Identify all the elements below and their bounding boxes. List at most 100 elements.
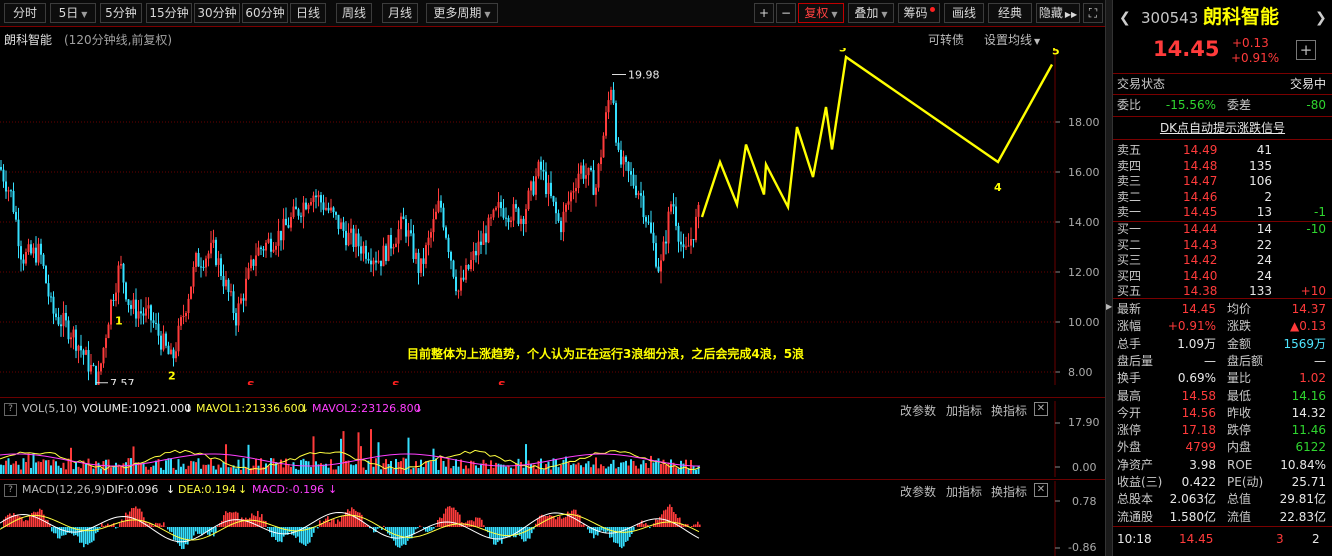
volume-bar <box>605 468 607 474</box>
volume-bar <box>310 467 312 474</box>
zoom-out-button[interactable]: − <box>776 3 796 23</box>
candle-body <box>562 211 565 233</box>
volume-bar <box>152 465 155 474</box>
stat-row: 涨幅 +0.91% 涨跌 ▲0.13 <box>1113 318 1332 334</box>
ask-row[interactable]: 卖三 14.47 106 <box>1113 173 1332 189</box>
fuquan-dropdown[interactable]: 复权 ▼ <box>798 3 844 23</box>
tab-15-min[interactable]: 15分钟 <box>146 3 192 23</box>
set-ma-button[interactable]: 设置均线 ▼ <box>984 31 1040 48</box>
prev-stock-icon[interactable]: ❮ <box>1119 6 1131 30</box>
ask-row[interactable]: 卖四 14.48 135 <box>1113 158 1332 174</box>
volume-bar <box>12 463 15 474</box>
candle-body <box>340 222 342 229</box>
tab-monthly[interactable]: 月线 <box>382 3 418 23</box>
bid-row[interactable]: 买四 14.40 24 <box>1113 268 1332 284</box>
volume-chart <box>0 401 1060 477</box>
macd-histogram-bar <box>631 527 633 534</box>
candle-body <box>405 219 407 237</box>
tab-weekly[interactable]: 周线 <box>336 3 372 23</box>
ask-row[interactable]: 卖五 14.49 41 <box>1113 142 1332 158</box>
collapse-arrow-icon[interactable]: ▶ <box>1106 300 1112 314</box>
tab-5-min[interactable]: 5分钟 <box>100 3 142 23</box>
volume-bar <box>197 458 200 474</box>
macd-histogram-bar <box>245 517 247 527</box>
volume-bar <box>645 463 647 474</box>
macd-histogram-bar <box>411 527 413 539</box>
tab-30-min[interactable]: 30分钟 <box>194 3 240 23</box>
candle-body <box>122 263 125 283</box>
stat-label: PE(动) <box>1227 475 1264 489</box>
more-periods-dropdown[interactable]: 更多周期 ▼ <box>426 3 498 23</box>
macd-histogram-bar <box>429 527 431 532</box>
kline-chart[interactable]: 18.00 16.00 14.00 12.00 10.00 8.00 1 2 3 4 5 19.9… <box>0 48 1105 385</box>
ask-row[interactable]: 卖二 14.46 2 <box>1113 189 1332 205</box>
classic-button[interactable]: 经典 <box>988 3 1032 23</box>
candle-body <box>290 217 292 228</box>
signal-link[interactable]: DK点自动提示涨跌信号 <box>1160 121 1285 135</box>
candle-body <box>205 258 207 268</box>
macd-histogram-bar <box>125 512 127 527</box>
candle-body <box>357 233 360 247</box>
bid-row[interactable]: 买五 14.38 133 +10 <box>1113 283 1332 299</box>
chevron-down-icon: ▼ <box>881 10 888 19</box>
macd-histogram-bar <box>561 518 563 527</box>
bid-row[interactable]: 买二 14.43 22 <box>1113 237 1332 253</box>
chart-area[interactable]: 分时 5日 ▼ 5分钟 15分钟 30分钟 60分钟 日线 周线 月线 更多周期 ▼… <box>0 0 1105 556</box>
stat-label: 总值 <box>1227 492 1252 507</box>
ask-row[interactable]: 卖一 14.45 13 -1 <box>1113 204 1332 220</box>
chouma-button[interactable]: 筹码 <box>898 3 940 23</box>
candle-body <box>362 245 365 254</box>
candle-body <box>297 209 300 216</box>
macd-histogram-bar <box>325 518 327 527</box>
hide-button[interactable]: 隐藏 ▶▶ <box>1036 3 1080 23</box>
fullscreen-icon[interactable]: ⛶ <box>1083 3 1103 23</box>
stock-code: 300543 <box>1141 9 1199 27</box>
convertible-button[interactable]: 可转债 <box>928 31 964 48</box>
volume-bar <box>415 461 417 474</box>
volume-bar <box>465 465 467 474</box>
candle-body <box>352 228 355 247</box>
volume-bar <box>582 467 585 474</box>
divider <box>1113 94 1332 95</box>
stat-label: 最低 <box>1227 388 1252 403</box>
macd-histogram-bar <box>383 525 385 527</box>
chevron-down-icon: ▼ <box>81 10 88 19</box>
volume-bar <box>55 461 57 474</box>
bid-row[interactable]: 买三 14.42 24 <box>1113 252 1332 268</box>
candle-body <box>140 311 142 314</box>
macd-histogram-bar <box>205 527 207 533</box>
candle-body <box>310 202 312 205</box>
tab-minute-line[interactable]: 分时 <box>4 3 46 23</box>
tab-60-min[interactable]: 60分钟 <box>242 3 288 23</box>
candle-body <box>165 333 167 346</box>
overlay-dropdown[interactable]: 叠加 ▼ <box>848 3 894 23</box>
add-watchlist-icon[interactable]: + <box>1296 40 1316 60</box>
candle-body <box>42 254 45 267</box>
next-stock-icon[interactable]: ❯ <box>1315 6 1327 30</box>
candle-body <box>35 247 37 263</box>
macd-histogram-bar <box>53 527 55 534</box>
candlesticks <box>0 82 700 385</box>
candle-body <box>647 221 650 223</box>
draw-line-button[interactable]: 画线 <box>944 3 984 23</box>
candle-body <box>190 286 192 299</box>
volume-bar <box>165 460 167 474</box>
tab-daily[interactable]: 日线 <box>290 3 326 23</box>
tab-5-day[interactable]: 5日 ▼ <box>50 3 96 23</box>
panel-splitter[interactable]: ▶ <box>1105 0 1113 556</box>
volume-bar <box>657 458 660 474</box>
volume-bar <box>272 458 275 474</box>
stat-value: 10.84% <box>1280 457 1326 472</box>
candle-body <box>82 350 85 355</box>
volume-bar <box>212 465 215 474</box>
candle-body <box>465 264 467 280</box>
tab-5-day-label: 5日 <box>58 6 79 20</box>
volume-bar <box>187 465 190 474</box>
candle-body <box>27 244 30 253</box>
macd-histogram-bar <box>17 514 19 527</box>
zoom-in-button[interactable]: + <box>754 3 774 23</box>
candle-body <box>462 277 465 280</box>
macd-histogram-bar <box>395 527 397 546</box>
bid-row[interactable]: 买一 14.44 14 -10 <box>1113 221 1332 237</box>
stat-label: 收益(三) <box>1117 475 1163 489</box>
